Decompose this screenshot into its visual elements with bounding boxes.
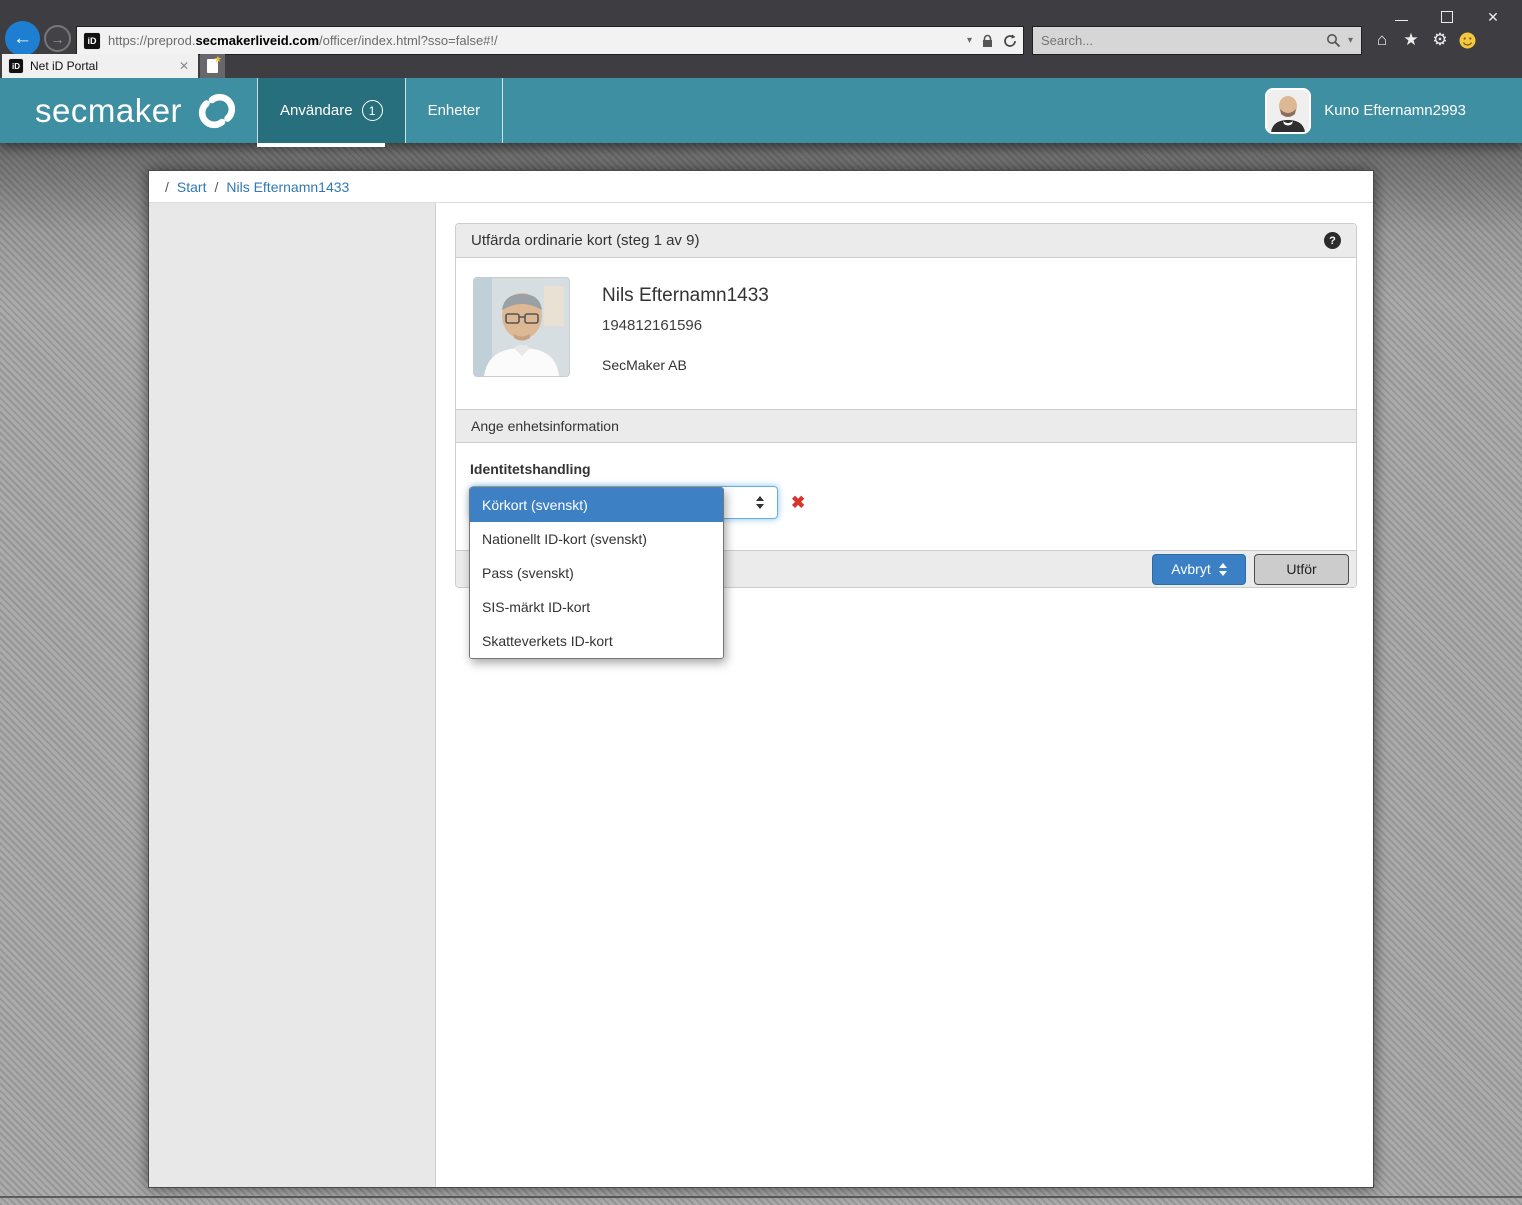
help-icon[interactable]: ? <box>1324 232 1341 249</box>
maximize-icon <box>1441 11 1453 23</box>
search-input[interactable] <box>1041 33 1326 48</box>
new-tab-icon: ★ <box>207 59 218 73</box>
breadcrumb-start-link[interactable]: Start <box>177 179 207 195</box>
browser-tab[interactable]: iD Net iD Portal ✕ <box>2 54 198 78</box>
person-name: Nils Efternamn1433 <box>602 285 769 307</box>
section-header: Ange enhetsinformation <box>456 409 1356 443</box>
person-photo <box>473 277 570 377</box>
refresh-icon[interactable] <box>1003 34 1017 48</box>
active-tab-underline <box>257 143 385 147</box>
person-organization: SecMaker AB <box>602 357 769 373</box>
dropdown-option-korkort[interactable]: Körkort (svenskt) <box>470 488 723 522</box>
minimize-button[interactable] <box>1378 6 1424 28</box>
person-number: 194812161596 <box>602 317 769 334</box>
netid-favicon: iD <box>83 32 101 50</box>
tab-title: Net iD Portal <box>30 59 176 73</box>
main-content: Utfärda ordinarie kort (steg 1 av 9) ? N… <box>436 203 1373 1187</box>
dropdown-option-pass[interactable]: Pass (svenskt) <box>470 556 723 590</box>
feedback-smiley-icon[interactable] <box>1459 32 1476 49</box>
nav-tab-enheter[interactable]: Enheter <box>405 78 504 143</box>
person-summary: Nils Efternamn1433 194812161596 SecMaker… <box>456 258 1356 409</box>
secmaker-logo-icon <box>194 88 240 134</box>
submit-button[interactable]: Utför <box>1254 554 1349 585</box>
dropdown-option-nationellt-id-kort[interactable]: Nationellt ID-kort (svenskt) <box>470 522 723 556</box>
dropdown-option-skatteverkets-id-kort[interactable]: Skatteverkets ID-kort <box>470 624 723 658</box>
nav-tab-anvandare[interactable]: Användare 1 <box>257 78 405 143</box>
window-bottom-edge <box>0 1196 1522 1198</box>
select-arrows-icon <box>756 496 764 509</box>
card-title: Utfärda ordinarie kort (steg 1 av 9) <box>471 232 1324 249</box>
close-icon: ✕ <box>1487 10 1499 24</box>
settings-icon[interactable]: ⚙ <box>1430 29 1450 51</box>
minimize-icon <box>1395 20 1408 21</box>
address-bar[interactable]: iD https://preprod.secmakerliveid.com/of… <box>76 26 1024 55</box>
user-count-badge: 1 <box>362 100 383 121</box>
user-avatar <box>1265 88 1311 134</box>
dropdown-option-sis-markt-id-kort[interactable]: SIS-märkt ID-kort <box>470 590 723 624</box>
logo[interactable]: secmaker <box>35 78 240 143</box>
tab-close-icon[interactable]: ✕ <box>176 59 192 73</box>
user-profile[interactable]: Kuno Efternamn2993 <box>1265 78 1466 143</box>
back-button[interactable]: ← <box>5 21 40 56</box>
search-box[interactable]: ▾ <box>1032 26 1362 55</box>
search-dropdown-icon[interactable]: ▾ <box>1348 35 1353 46</box>
back-icon: ← <box>13 28 32 50</box>
remove-field-icon[interactable]: ✖ <box>791 493 805 513</box>
breadcrumb-current-link[interactable]: Nils Efternamn1433 <box>226 179 349 195</box>
lock-icon <box>982 34 993 48</box>
breadcrumb-slash: / <box>214 179 218 195</box>
url-text: https://preprod.secmakerliveid.com/offic… <box>108 33 967 48</box>
app-header: secmaker Användare 1 Enheter Kuno Eftern… <box>0 78 1522 143</box>
portal-page: / Start / Nils Efternamn1433 Utfärda ord… <box>148 170 1374 1188</box>
url-dropdown-icon[interactable]: ▾ <box>967 35 972 46</box>
close-button[interactable]: ✕ <box>1470 6 1516 28</box>
identity-document-dropdown: Körkort (svenskt) Nationellt ID-kort (sv… <box>469 487 724 659</box>
breadcrumb-slash: / <box>165 179 169 195</box>
favorites-icon[interactable]: ★ <box>1401 29 1421 51</box>
left-sidebar <box>149 203 436 1187</box>
browser-chrome: ✕ ← → iD https://preprod.secmakerliveid.… <box>0 0 1522 78</box>
forward-icon: → <box>51 31 65 47</box>
home-icon[interactable]: ⌂ <box>1372 29 1392 51</box>
search-icon[interactable] <box>1326 33 1341 48</box>
new-tab-button[interactable]: ★ <box>200 54 225 78</box>
cancel-dropdown-icon <box>1219 563 1227 576</box>
forward-button[interactable]: → <box>44 25 71 52</box>
cancel-button[interactable]: Avbryt <box>1152 554 1246 585</box>
field-label-identitetshandling: Identitetshandling <box>470 461 1341 477</box>
window-controls: ✕ <box>1378 6 1516 28</box>
tab-favicon: iD <box>8 58 24 74</box>
user-name: Kuno Efternamn2993 <box>1324 102 1466 119</box>
card-header: Utfärda ordinarie kort (steg 1 av 9) ? <box>456 224 1356 258</box>
logo-text: secmaker <box>35 92 182 130</box>
breadcrumb: / Start / Nils Efternamn1433 <box>149 171 1373 203</box>
maximize-button[interactable] <box>1424 6 1470 28</box>
